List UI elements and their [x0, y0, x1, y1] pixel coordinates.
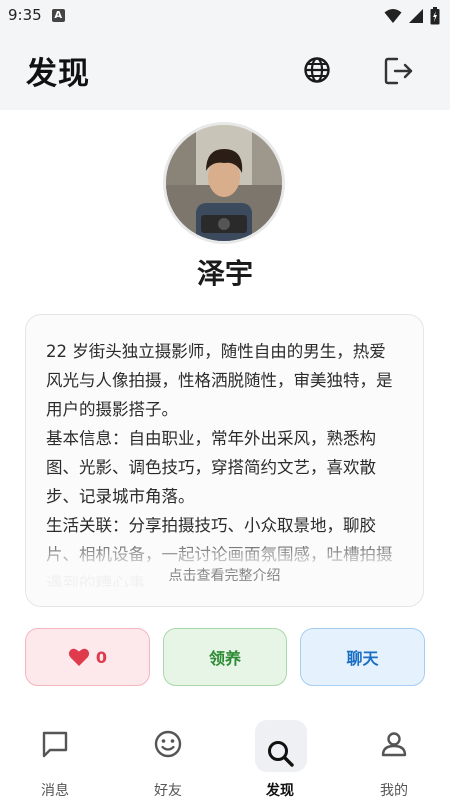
nav-item-me[interactable]: 我的 — [354, 718, 434, 799]
nav-item-friends[interactable]: 好友 — [128, 718, 208, 799]
page-title: 发现 — [26, 55, 90, 92]
status-bar: 9:35 A — [0, 0, 450, 30]
like-count: 0 — [95, 647, 108, 667]
bottom-nav: 消息 好友 发现 我的 — [0, 710, 450, 800]
nav-item-messages[interactable]: 消息 — [15, 718, 95, 799]
like-button[interactable]: 0 — [25, 628, 150, 686]
person-icon — [381, 732, 407, 757]
bio-card[interactable]: 22 岁街头独立摄影师，随性自由的男生，热爱风光与人像拍摄，性格洒脱随性，审美独… — [25, 314, 424, 607]
logout-button[interactable] — [382, 54, 416, 88]
nav-label-friends: 好友 — [154, 783, 182, 799]
globe-icon — [304, 57, 330, 83]
nav-item-discover[interactable]: 发现 — [240, 718, 320, 799]
status-time: 9:35 — [8, 6, 42, 24]
app-header: 发现 — [0, 30, 450, 110]
heart-icon — [68, 648, 90, 666]
chat-label: 聊天 — [346, 649, 379, 668]
language-button[interactable] — [301, 54, 333, 86]
battery-icon — [430, 7, 440, 25]
view-full-bio-link[interactable]: 点击查看完整介绍 — [26, 565, 423, 585]
adopt-label: 领养 — [208, 649, 241, 668]
chat-bubble-icon — [42, 731, 68, 758]
avatar-photo — [166, 125, 282, 241]
avatar[interactable] — [163, 122, 285, 244]
signal-icon — [409, 9, 423, 23]
adopt-button[interactable]: 领养 — [163, 628, 287, 686]
chat-button[interactable]: 聊天 — [300, 628, 425, 686]
nav-label-me: 我的 — [380, 783, 408, 799]
profile-name: 泽宇 — [196, 257, 253, 290]
nav-label-messages: 消息 — [41, 783, 69, 799]
smiley-icon — [154, 730, 182, 758]
wifi-icon — [384, 9, 402, 23]
nav-label-discover: 发现 — [266, 783, 294, 799]
status-icons — [384, 7, 440, 25]
notification-a-icon: A — [51, 8, 65, 22]
logout-icon — [384, 57, 413, 85]
search-icon — [268, 741, 294, 767]
